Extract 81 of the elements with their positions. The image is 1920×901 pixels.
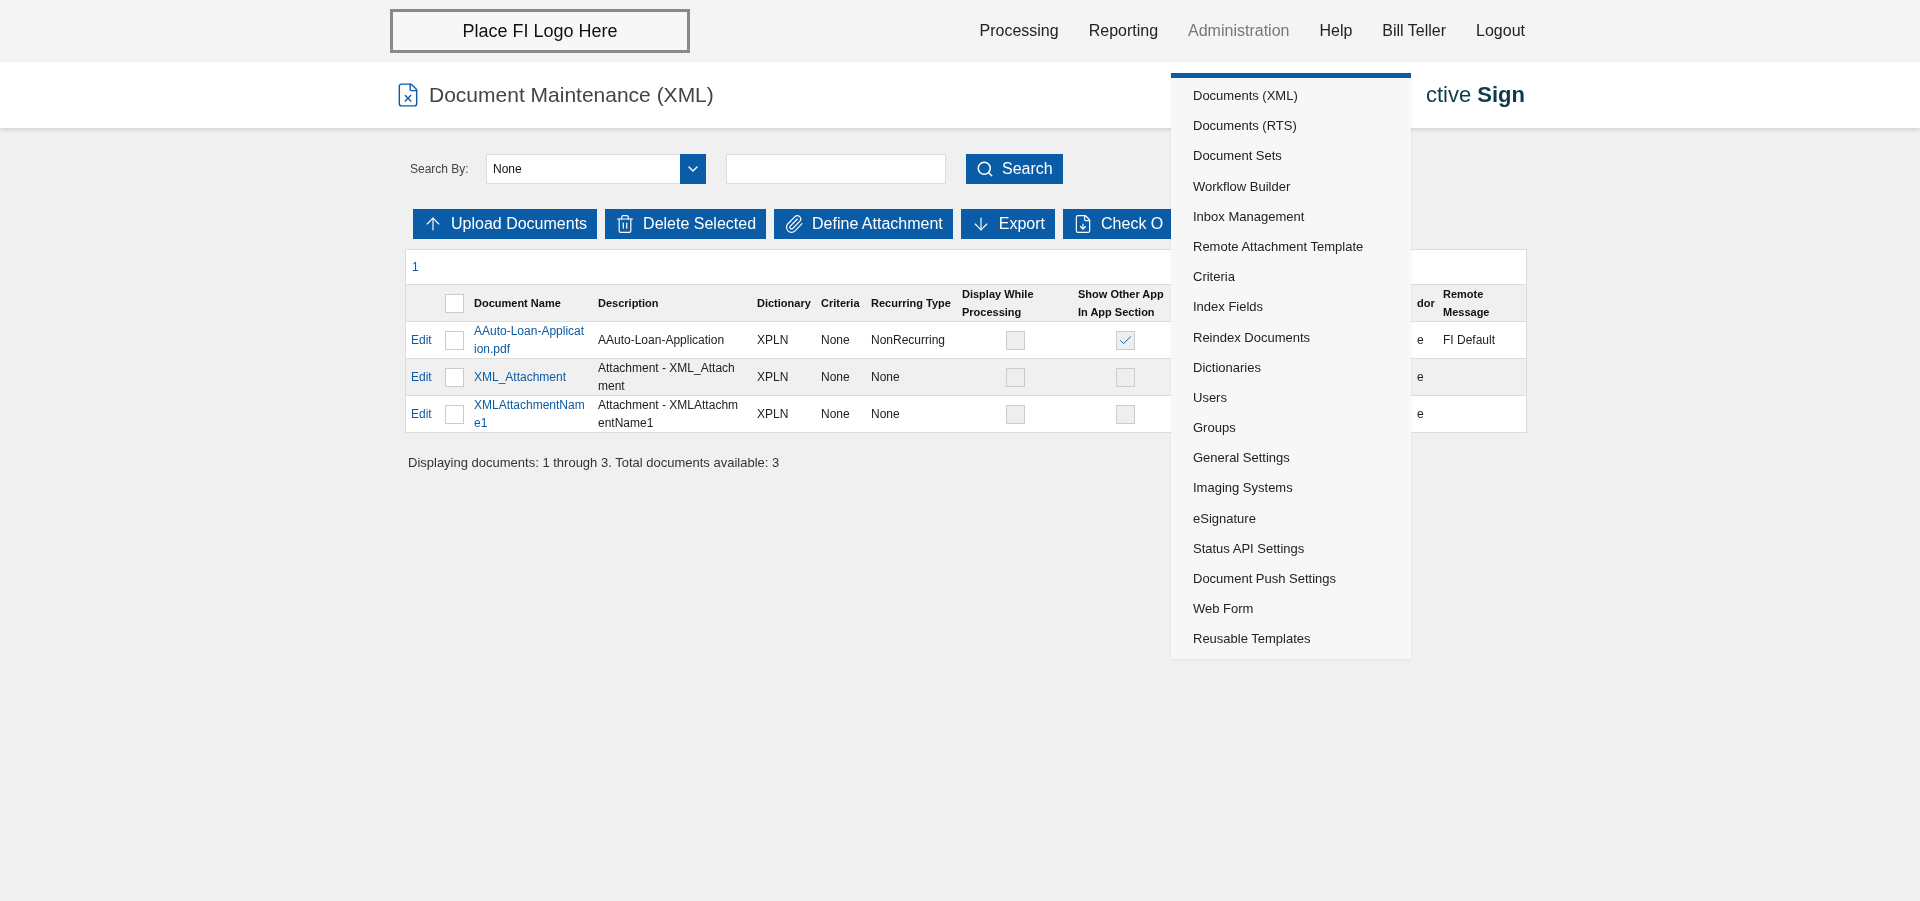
menu-item[interactable]: General Settings bbox=[1171, 443, 1411, 474]
menu-item[interactable]: eSignature bbox=[1171, 503, 1411, 534]
page-link[interactable]: 1 bbox=[412, 258, 419, 276]
menu-item[interactable]: Web Form bbox=[1171, 594, 1411, 625]
checkbox[interactable] bbox=[444, 293, 464, 313]
table-cell-text: None bbox=[820, 332, 851, 349]
search-by-select[interactable]: None bbox=[486, 154, 706, 184]
checkbox[interactable] bbox=[1115, 330, 1135, 350]
checkbox[interactable] bbox=[1005, 330, 1025, 350]
table-cell-text: Attachment - XML_Attach ment bbox=[597, 360, 736, 395]
dropdown-icon bbox=[680, 154, 706, 184]
column-header: Dictionary bbox=[756, 296, 812, 311]
table-cell-text: e bbox=[1416, 406, 1425, 423]
document-link[interactable]: AAuto-Loan-Applicat ion.pdf bbox=[469, 322, 593, 358]
toolbar-button[interactable]: Delete Selected bbox=[605, 209, 767, 239]
nav-link[interactable]: Administration bbox=[1188, 22, 1290, 40]
column-header: Remote Message bbox=[1442, 287, 1491, 320]
menu-item[interactable]: Criteria bbox=[1171, 262, 1411, 293]
checkbox[interactable] bbox=[444, 367, 464, 387]
menu-item[interactable]: Documents (RTS) bbox=[1171, 111, 1411, 142]
table-cell-text: None bbox=[820, 406, 851, 423]
brand-name: ctive Sign bbox=[1425, 82, 1525, 108]
menu-item[interactable]: Document Push Settings bbox=[1171, 564, 1411, 595]
table-cell-text: FI Default bbox=[1442, 332, 1497, 349]
logo-text: Place FI Logo Here bbox=[462, 20, 618, 42]
table-cell-text: e bbox=[1416, 332, 1425, 349]
page-title: Document Maintenance (XML) bbox=[429, 83, 714, 107]
nav-link[interactable]: Help bbox=[1319, 22, 1353, 40]
table-cell-text: NonRecurring bbox=[870, 332, 947, 349]
menu-item[interactable]: Index Fields bbox=[1171, 292, 1411, 323]
table-cell-text: None bbox=[870, 369, 901, 386]
column-header: Document Name bbox=[473, 296, 562, 311]
trash-icon bbox=[615, 214, 636, 234]
table-cell-text: XPLN bbox=[756, 369, 790, 386]
nav-link[interactable]: Reporting bbox=[1088, 22, 1159, 40]
search-field[interactable] bbox=[726, 154, 946, 184]
table-cell-text: None bbox=[870, 406, 901, 423]
paperclip-icon bbox=[784, 214, 805, 234]
column-header: Display While Processing bbox=[961, 287, 1035, 320]
search-label: Search By: bbox=[410, 162, 470, 176]
menu-item[interactable]: Dictionaries bbox=[1171, 352, 1411, 383]
table-cell-text: Attachment - XMLAttachm entName1 bbox=[597, 397, 740, 432]
checkbox[interactable] bbox=[1115, 404, 1135, 424]
edit-link[interactable]: Edit bbox=[406, 331, 439, 349]
table-cell-text: AAuto-Loan-Application bbox=[597, 332, 726, 349]
column-header: Criteria bbox=[820, 296, 861, 311]
checkbox[interactable] bbox=[444, 404, 464, 424]
menu-item[interactable]: Reusable Templates bbox=[1171, 624, 1411, 655]
toolbar-button[interactable]: Upload Documents bbox=[413, 209, 598, 239]
document-link[interactable]: XMLAttachmentNam e1 bbox=[469, 396, 593, 432]
search-button[interactable]: Search bbox=[966, 154, 1063, 184]
menu-item[interactable]: Workflow Builder bbox=[1171, 171, 1411, 202]
nav-link[interactable]: Bill Teller bbox=[1382, 22, 1447, 40]
checkbox[interactable] bbox=[1115, 367, 1135, 387]
checkbox[interactable] bbox=[1005, 404, 1025, 424]
table-cell-text: None bbox=[820, 369, 851, 386]
document-link[interactable]: XML_Attachment bbox=[469, 368, 593, 386]
menu-item[interactable]: Status API Settings bbox=[1171, 533, 1411, 564]
checkbox[interactable] bbox=[1005, 367, 1025, 387]
edit-link[interactable]: Edit bbox=[406, 368, 439, 386]
menu-item[interactable]: Groups bbox=[1171, 413, 1411, 444]
menu-item[interactable]: Imaging Systems bbox=[1171, 473, 1411, 504]
table-cell-text: XPLN bbox=[756, 332, 790, 349]
toolbar-button[interactable]: Define Attachment bbox=[774, 209, 953, 239]
table-cell-text: XPLN bbox=[756, 406, 790, 423]
column-header: dor bbox=[1416, 296, 1436, 311]
checkbox[interactable] bbox=[444, 330, 464, 350]
column-header: Recurring Type bbox=[870, 296, 952, 311]
toolbar-button[interactable]: Export bbox=[960, 209, 1056, 239]
menu-item[interactable]: Users bbox=[1171, 382, 1411, 414]
search-icon bbox=[976, 160, 994, 178]
nav-link[interactable]: Logout bbox=[1476, 22, 1525, 40]
table-cell-text: e bbox=[1416, 369, 1425, 386]
edit-link[interactable]: Edit bbox=[406, 405, 439, 423]
menu-item[interactable]: Reindex Documents bbox=[1171, 322, 1411, 353]
menu-item[interactable]: Document Sets bbox=[1171, 141, 1411, 172]
status-text: Displaying documents: 1 through 3. Total documents available: 3 bbox=[408, 455, 780, 470]
column-header: Show Other App In App Section bbox=[1077, 287, 1165, 320]
column-header: Description bbox=[597, 296, 660, 311]
nav-link[interactable]: Processing bbox=[979, 22, 1059, 40]
menu-item[interactable]: Documents (XML) bbox=[1171, 81, 1411, 112]
